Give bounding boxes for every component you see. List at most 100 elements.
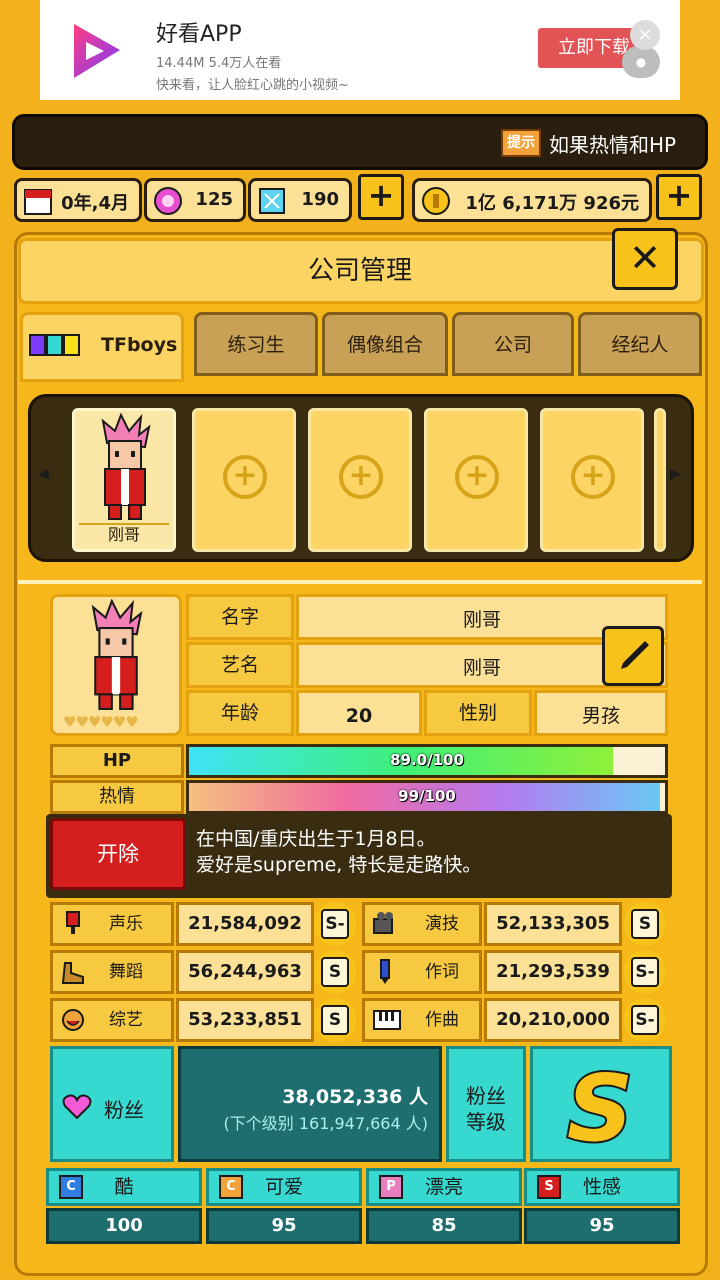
cool-icon: C [59, 1175, 83, 1199]
tip-bar: 提示 如果热情和HP [12, 114, 708, 170]
member-slot[interactable]: 刚哥 [72, 408, 176, 552]
cute-icon: C [219, 1175, 243, 1199]
pink-gem-value: 125 [195, 189, 233, 210]
member-portrait: ♥♥♥♥♥♥ [50, 594, 182, 736]
microphone-icon [66, 911, 80, 934]
attribute-sexy-value: 95 [524, 1208, 680, 1244]
attribute-pretty-value: 85 [366, 1208, 522, 1244]
attribute-pretty-header: P 漂亮 [366, 1168, 522, 1206]
coin-icon [422, 187, 450, 215]
tip-text: 如果热情和HP [549, 133, 677, 157]
stat-lyrics-grade: S- [624, 950, 666, 994]
affection-hearts-icon: ♥♥♥♥♥♥ [63, 713, 139, 731]
empty-member-slot[interactable]: + [192, 408, 296, 552]
stat-variety-label: 综艺 [50, 998, 174, 1042]
stat-acting-grade: S [624, 902, 666, 946]
svg-text:S: S [567, 1066, 633, 1150]
diamond-icon [259, 188, 285, 214]
hp-bar: 89.0/100 [186, 744, 668, 778]
stat-dance-value: 56,244,963 [176, 950, 314, 994]
date-display: 0年,4月 [14, 178, 142, 222]
add-member-icon: + [571, 455, 615, 499]
stat-acting-value: 52,133,305 [484, 902, 622, 946]
edit-profile-button[interactable] [602, 626, 664, 686]
fire-member-button[interactable]: 开除 [50, 818, 186, 890]
calendar-icon [24, 189, 52, 215]
stat-dance-label: 舞蹈 [50, 950, 174, 994]
ad-badge-icon: ● [622, 46, 660, 78]
attribute-pretty-label: 漂亮 [424, 1176, 463, 1198]
buy-gems-button[interactable]: + [358, 174, 404, 220]
group-icon [29, 334, 80, 356]
tab-tfboys-label: TFboys [101, 334, 178, 356]
piano-keys-icon [373, 1010, 401, 1030]
stat-lyrics-value: 21,293,539 [484, 950, 622, 994]
stat-dance-grade: S [314, 950, 356, 994]
character-sprite-icon [101, 413, 151, 520]
stat-acting-label: 演技 [362, 902, 482, 946]
gender-label: 性别 [424, 690, 532, 736]
stat-variety-text: 综艺 [109, 1010, 143, 1030]
tab-manager[interactable]: 经纪人 [578, 312, 702, 376]
fans-count: 38,052,336 人 [282, 1086, 428, 1108]
stage-name-label: 艺名 [186, 642, 294, 688]
passion-label: 热情 [50, 780, 184, 814]
grade-text: S- [321, 909, 349, 939]
smile-face-icon [62, 1009, 84, 1031]
attribute-cool-label: 酷 [114, 1176, 134, 1198]
pink-gem-icon [154, 187, 182, 215]
tab-idol-groups[interactable]: 偶像组合 [322, 312, 448, 376]
stat-variety-value: 53,233,851 [176, 998, 314, 1042]
heart-icon [62, 1094, 92, 1119]
grade-text: S [321, 1005, 349, 1035]
member-name: 刚哥 [107, 525, 140, 544]
passion-bar-text: 99/100 [398, 787, 456, 805]
grade-text: S [631, 909, 659, 939]
stat-compose-value: 20,210,000 [484, 998, 622, 1042]
money-display: 1亿 6,171万 926元 [412, 178, 652, 222]
stat-vocal-grade: S- [314, 902, 356, 946]
ad-description: 快来看，让人脸红心跳的小视频~ [156, 78, 349, 93]
add-member-icon: + [455, 455, 499, 499]
gender-value: 男孩 [534, 690, 668, 736]
stat-compose-label: 作曲 [362, 998, 482, 1042]
ad-close-button[interactable]: × [630, 20, 660, 50]
stat-lyrics-label: 作词 [362, 950, 482, 994]
attribute-cute-label: 可爱 [264, 1176, 303, 1198]
ad-banner[interactable]: 好看APP 14.44M 5.4万人在看 快来看，让人脸红心跳的小视频~ 立即下… [40, 0, 680, 100]
stat-variety-grade: S [314, 998, 356, 1042]
date-value: 0年,4月 [61, 193, 129, 214]
money-value: 1亿 6,171万 926元 [465, 193, 639, 214]
hp-label: HP [50, 744, 184, 778]
tab-tfboys[interactable]: TFboys [20, 312, 184, 382]
age-value: 20 [296, 690, 422, 736]
character-sprite-icon [91, 599, 143, 710]
empty-member-slot[interactable]: + [540, 408, 644, 552]
fan-level-grade-icon: S [565, 1066, 635, 1150]
scroll-right-icon[interactable]: ▶ [670, 466, 681, 482]
pen-icon [380, 959, 390, 984]
close-panel-button[interactable]: ✕ [612, 228, 678, 290]
tab-trainees[interactable]: 练习生 [194, 312, 318, 376]
ad-meta: 14.44M 5.4万人在看 [156, 56, 282, 71]
grade-text: S- [631, 1005, 659, 1035]
empty-member-slot[interactable]: + [424, 408, 528, 552]
buy-money-button[interactable]: + [656, 174, 702, 220]
tab-company[interactable]: 公司 [452, 312, 574, 376]
fan-level-label-line-1: 粉丝 [466, 1084, 506, 1108]
stat-compose-grade: S- [624, 998, 666, 1042]
shoe-icon [61, 962, 84, 984]
roster-divider [18, 580, 702, 584]
attribute-cute-header: C 可爱 [206, 1168, 362, 1206]
stat-vocal-value: 21,584,092 [176, 902, 314, 946]
pencil-icon [621, 641, 649, 669]
grade-text: S [321, 957, 349, 987]
stat-dance-text: 舞蹈 [109, 962, 143, 982]
grade-text: S- [631, 957, 659, 987]
empty-member-slot-partial [654, 408, 666, 552]
name-label: 名字 [186, 594, 294, 640]
pink-gem-display: 125 [144, 178, 246, 222]
scroll-left-icon[interactable]: ◀ [38, 466, 49, 482]
empty-member-slot[interactable]: + [308, 408, 412, 552]
bio-line-2: 爱好是supreme, 特长是走路快。 [196, 854, 482, 876]
